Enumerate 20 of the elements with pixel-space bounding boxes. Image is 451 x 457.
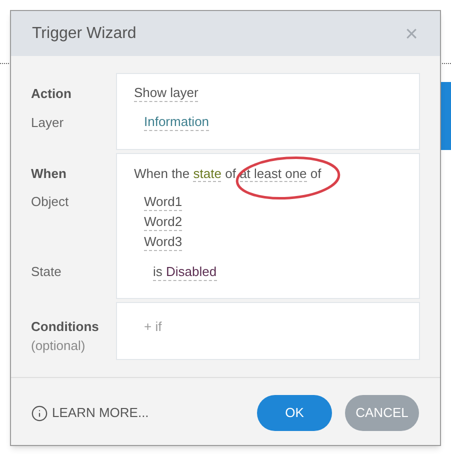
- optional-hint: (optional): [31, 337, 86, 356]
- object-option[interactable]: Word2: [144, 214, 182, 230]
- info-icon: [31, 404, 48, 422]
- window-title: Trigger Wizard: [32, 24, 136, 44]
- object-option[interactable]: Word3: [144, 234, 182, 250]
- field-label: When: [31, 164, 66, 183]
- state-text: is Disabled: [153, 264, 217, 280]
- ok-button[interactable]: OK: [257, 395, 332, 431]
- sentence-option[interactable]: state: [193, 166, 222, 182]
- layer-option[interactable]: Information: [144, 114, 210, 131]
- side-panel-edge: [441, 82, 451, 150]
- state-value-dropdown[interactable]: Disabled: [166, 264, 217, 278]
- field-label: Action: [31, 84, 72, 103]
- object-option[interactable]: Word1: [144, 194, 182, 210]
- learn-more-link[interactable]: LEARN MORE...: [31, 403, 149, 423]
- field-label: Object: [31, 193, 69, 212]
- field-label: Conditions: [31, 318, 99, 336]
- action-option[interactable]: Show layer: [134, 85, 198, 102]
- field-label: Layer: [31, 114, 64, 132]
- field-label: State: [31, 263, 62, 282]
